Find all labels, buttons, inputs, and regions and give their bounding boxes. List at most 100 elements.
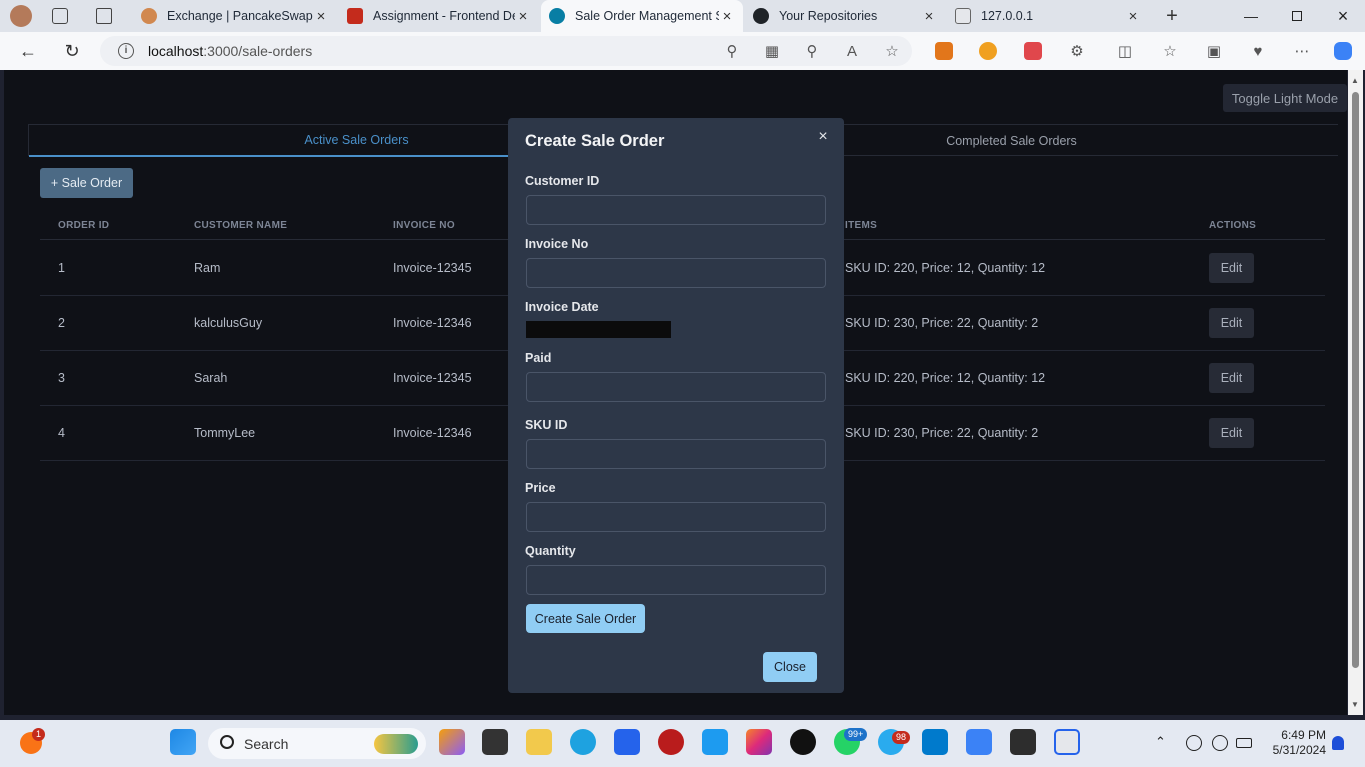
back-arrow-icon[interactable]: ← [14,38,42,64]
edit-button[interactable]: Edit [1209,418,1254,448]
profile-avatar[interactable] [10,5,32,27]
items-cell: SKU ID: 230, Price: 22, Quantity: 2 [845,426,1039,440]
invoice-no-input[interactable] [526,258,826,288]
metamask-icon[interactable] [935,42,953,60]
read-aloud-icon[interactable]: A [840,40,864,62]
paid-label: Paid [525,351,552,365]
taskbar-search[interactable]: Search [208,728,426,759]
add-sale-order-button[interactable]: + Sale Order [40,168,133,198]
close-tab-icon[interactable]: × [921,8,937,25]
new-tab-icon[interactable]: + [1160,4,1184,28]
extension-orange-icon[interactable] [979,42,997,60]
minimize-icon[interactable]: — [1228,0,1274,32]
apps-icon[interactable]: ▦ [760,40,784,62]
network-icon[interactable] [1212,735,1228,751]
tab-title: Sale Order Management S [575,9,719,23]
search-highlight-icon [374,734,418,754]
scroll-down-icon[interactable]: ▼ [1351,700,1359,709]
column-header-items: ITEMS [845,220,878,231]
scroll-up-icon[interactable]: ▲ [1351,76,1359,85]
customer-name-cell: Ram [194,261,221,275]
customer-name-cell: TommyLee [194,426,256,440]
url-host: localhost [148,43,204,59]
edit-button[interactable]: Edit [1209,308,1254,338]
start-windows-icon[interactable] [170,729,196,755]
invoice-no-cell: Invoice-12346 [393,426,472,440]
browser-tab-pancakeswap[interactable]: Exchange | PancakeSwap × [133,0,337,32]
page-icon [955,8,971,24]
order-id-cell: 2 [58,316,65,330]
order-id-cell: 4 [58,426,65,440]
price-input[interactable] [526,502,826,532]
telegram-badge: 98 [892,731,911,744]
collections-icon[interactable]: ▣ [1202,40,1226,62]
items-cell: SKU ID: 230, Price: 22, Quantity: 2 [845,316,1039,330]
toggle-light-mode-button[interactable]: Toggle Light Mode [1223,84,1347,112]
chevron-up-icon[interactable]: ⌃ [1155,734,1166,750]
react-icon [549,8,565,24]
windows-taskbar: 1 Search 99+ 98 ⌃ 6:49 PM 5/31/2024 [0,720,1365,767]
site-info-icon[interactable]: i [118,43,134,59]
key-icon[interactable]: ⚲ [720,40,744,62]
price-label: Price [525,481,556,495]
customer-id-input[interactable] [526,195,826,225]
browser-tab-localhost[interactable]: 127.0.0.1 × [947,0,1149,32]
search-icon [220,735,234,749]
edge-browser-icon[interactable] [570,729,596,755]
app-green-icon[interactable] [790,729,816,755]
more-menu-icon[interactable]: ⋯ [1290,40,1314,62]
notification-badge: 1 [32,728,46,741]
browser-tab-repositories[interactable]: Your Repositories × [745,0,945,32]
language-globe-icon[interactable] [1186,735,1202,751]
refresh-icon[interactable]: ↻ [58,38,86,64]
twitter-icon[interactable] [702,729,728,755]
scrollbar[interactable]: ▲ ▼ [1348,70,1363,715]
store-icon[interactable] [614,729,640,755]
vscode-icon[interactable] [922,729,948,755]
create-sale-order-button[interactable]: Create Sale Order [526,604,645,633]
notification-bell-icon[interactable] [1332,736,1344,750]
system-clock[interactable]: 6:49 PM 5/31/2024 [1262,728,1326,758]
performance-icon[interactable]: ♥ [1246,40,1270,62]
order-id-cell: 1 [58,261,65,275]
workspaces-icon[interactable] [52,8,68,24]
split-screen-icon[interactable]: ◫ [1113,40,1137,62]
invoice-date-picker[interactable] [526,321,671,338]
favorite-star-icon[interactable]: ☆ [880,40,904,62]
favorites-icon[interactable]: ☆ [1158,40,1182,62]
quantity-input[interactable] [526,565,826,595]
url-input[interactable]: i localhost:3000/sale-orders [100,36,912,66]
extensions-icon[interactable]: ⚙ [1065,40,1089,62]
close-icon[interactable]: × [814,128,832,146]
notepad-icon[interactable] [966,729,992,755]
copilot-app-icon[interactable] [439,729,465,755]
instagram-icon[interactable] [746,729,772,755]
close-button[interactable]: Close [763,652,817,682]
snipping-tool-icon[interactable] [1054,729,1080,755]
edit-button[interactable]: Edit [1209,363,1254,393]
customer-name-cell: kalculusGuy [194,316,263,330]
copilot-icon[interactable] [1334,42,1352,60]
extension-red-icon[interactable] [1024,42,1042,60]
paid-input[interactable] [526,372,826,402]
terminal-icon[interactable] [1010,729,1036,755]
edit-button[interactable]: Edit [1209,253,1254,283]
tab-actions-icon[interactable] [96,8,112,24]
close-tab-icon[interactable]: × [313,8,329,25]
close-tab-icon[interactable]: × [1125,8,1141,25]
close-window-icon[interactable]: × [1320,0,1365,32]
browser-tab-sale-orders[interactable]: Sale Order Management S × [541,0,743,32]
browser-tab-assignment[interactable]: Assignment - Frontend De × [339,0,539,32]
tab-title: Exchange | PancakeSwap [167,9,313,23]
close-tab-icon[interactable]: × [515,8,531,25]
restore-icon[interactable] [1274,0,1320,32]
zoom-out-icon[interactable]: ⚲ [800,40,824,62]
app-red-icon[interactable] [658,729,684,755]
file-explorer-icon[interactable] [526,729,552,755]
close-tab-icon[interactable]: × [719,8,735,25]
create-sale-order-modal: Create Sale Order × Customer ID Invoice … [508,118,844,693]
sku-id-input[interactable] [526,439,826,469]
scrollbar-thumb[interactable] [1352,92,1359,668]
task-view-icon[interactable] [482,729,508,755]
battery-icon[interactable] [1236,738,1252,748]
